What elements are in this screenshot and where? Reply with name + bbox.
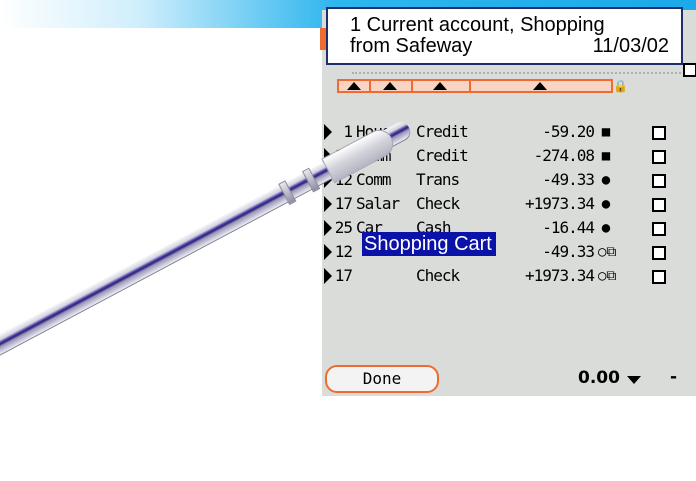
txn-type: Credit	[416, 146, 469, 165]
txn-status-icon: ■	[601, 124, 611, 140]
sort-column-num[interactable]	[339, 81, 371, 91]
transaction-row[interactable]: 17 Check +1973.34 ○⧉	[322, 264, 696, 288]
transaction-row[interactable]: 12 Comm Trans -49.33 ●	[322, 168, 696, 192]
triangle-right-icon	[324, 244, 332, 260]
txn-checkbox[interactable]	[652, 150, 666, 164]
txn-amount: +1973.34	[524, 266, 595, 285]
txn-checkbox[interactable]	[652, 270, 666, 284]
txn-checkbox[interactable]	[652, 198, 666, 212]
sort-column-type[interactable]	[413, 81, 471, 91]
txn-type: Check	[416, 266, 460, 285]
done-button[interactable]: Done	[325, 365, 439, 393]
triangle-up-icon	[533, 82, 547, 90]
tooltip-line-1: 1 Current account, Shopping	[350, 14, 605, 36]
column-sort-bar	[337, 79, 613, 93]
triangle-right-icon	[324, 268, 332, 284]
triangle-up-icon	[347, 82, 361, 90]
txn-status-icon: ●	[601, 196, 611, 212]
txn-number: 1	[343, 122, 353, 141]
txn-category: Salar	[356, 194, 400, 213]
txn-status-icon: ○⧉	[598, 244, 617, 260]
txn-number: 25	[334, 218, 353, 237]
sort-column-amount[interactable]	[471, 81, 609, 91]
triangle-right-icon	[324, 220, 332, 236]
txn-checkbox[interactable]	[652, 222, 666, 236]
balance-dash: -	[670, 367, 678, 387]
txn-checkbox[interactable]	[652, 174, 666, 188]
triangle-up-icon	[383, 82, 397, 90]
txn-type: Credit	[416, 122, 469, 141]
balance-value: 0.00	[578, 368, 620, 388]
txn-category: Comm	[356, 170, 392, 189]
transaction-tooltip: 1 Current account, Shopping from Safeway…	[326, 7, 683, 65]
stylus-band	[278, 180, 297, 206]
txn-checkbox[interactable]	[652, 246, 666, 260]
txn-amount: -59.20	[542, 122, 595, 141]
txn-amount: -274.08	[533, 146, 595, 165]
txn-number: 17	[334, 194, 353, 213]
chevron-down-icon[interactable]	[627, 376, 641, 384]
header-shadow	[352, 64, 692, 74]
txn-status-icon: ○⧉	[598, 268, 617, 284]
txn-status-icon: ■	[601, 148, 611, 164]
txn-checkbox[interactable]	[652, 126, 666, 140]
sort-column-cat[interactable]	[371, 81, 413, 91]
triangle-up-icon	[433, 82, 447, 90]
txn-amount: -49.33	[542, 242, 595, 261]
stylus-band	[301, 167, 321, 193]
txn-status-icon: ●	[601, 172, 611, 188]
header-checkbox[interactable]	[683, 63, 696, 77]
txn-amount: +1973.34	[524, 194, 595, 213]
lock-icon[interactable]: 🔒	[613, 79, 628, 93]
tooltip-date: 11/03/02	[592, 35, 669, 57]
txn-amount: -16.44	[542, 218, 595, 237]
selected-category-highlight[interactable]: Shopping Cart	[362, 232, 496, 256]
transaction-row[interactable]: 17 Salar Check +1973.34 ●	[322, 192, 696, 216]
tooltip-line-2: from Safeway	[350, 35, 473, 57]
txn-type: Check	[416, 194, 460, 213]
triangle-right-icon	[324, 124, 332, 140]
txn-amount: -49.33	[542, 170, 595, 189]
txn-number: 17	[334, 266, 353, 285]
txn-number: 12	[334, 242, 353, 261]
txn-type: Trans	[416, 170, 460, 189]
txn-status-icon: ●	[601, 220, 611, 236]
triangle-right-icon	[324, 196, 332, 212]
